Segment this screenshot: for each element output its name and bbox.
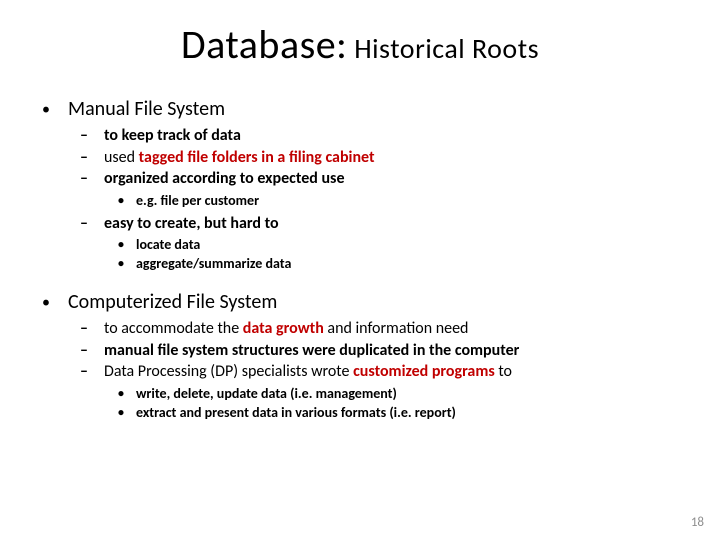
bullet-list-level2: to keep track of data used tagged file f…	[80, 125, 720, 274]
text: to	[495, 362, 512, 381]
list-item: aggregate/summarize data	[118, 255, 720, 274]
text: and information need	[324, 319, 469, 338]
list-item: locate data	[118, 236, 720, 255]
text: used	[104, 148, 139, 167]
section-heading: Computerized File System	[42, 290, 277, 314]
list-item: Manual File System to keep track of data…	[42, 97, 720, 274]
text: Data Processing (DP) specialists wrote	[104, 362, 353, 381]
text: manual file system structures were dupli…	[104, 341, 519, 360]
bullet-list-level2: to accommodate the data growth and infor…	[80, 318, 720, 423]
list-item: organized according to expected use e.g.…	[80, 168, 720, 210]
slide-body: Manual File System to keep track of data…	[0, 97, 720, 423]
title-main: Database:	[181, 20, 347, 69]
list-item: Computerized File System to accommodate …	[42, 290, 720, 423]
accent-text: data growth	[243, 319, 324, 338]
accent-text: customized programs	[353, 362, 495, 381]
text: aggregate/summarize data	[136, 255, 291, 272]
list-item: Data Processing (DP) specialists wrote c…	[80, 361, 720, 422]
list-item: manual file system structures were dupli…	[80, 340, 720, 362]
bullet-list-level3: write, delete, update data (i.e. managem…	[118, 385, 720, 423]
list-item: write, delete, update data (i.e. managem…	[118, 385, 720, 404]
bullet-list-level3: e.g. file per customer	[118, 192, 720, 211]
bullet-list-level1: Manual File System to keep track of data…	[42, 97, 720, 423]
slide-title: Database: Historical Roots	[0, 20, 720, 69]
list-item: easy to create, but hard to locate data …	[80, 213, 720, 274]
text: to keep track of data	[104, 126, 241, 145]
section-heading: Manual File System	[42, 97, 225, 121]
page-number: 18	[691, 515, 704, 530]
list-item: extract and present data in various form…	[118, 404, 720, 423]
list-item: to accommodate the data growth and infor…	[80, 318, 720, 340]
list-item: used tagged file folders in a filing cab…	[80, 147, 720, 169]
bullet-list-level3: locate data aggregate/summarize data	[118, 236, 720, 274]
text: locate data	[136, 236, 200, 253]
text: to accommodate the	[104, 319, 243, 338]
text: extract and present data in various form…	[136, 404, 456, 421]
title-sub: Historical Roots	[347, 31, 539, 66]
list-item: e.g. file per customer	[118, 192, 720, 211]
text: organized according to expected use	[104, 169, 345, 188]
text: e.g. file per customer	[136, 192, 259, 209]
accent-text: tagged file folders in a filing cabinet	[139, 148, 375, 167]
text: easy to create, but hard to	[104, 214, 279, 233]
text: write, delete, update data (i.e. managem…	[136, 385, 397, 402]
list-item: to keep track of data	[80, 125, 720, 147]
